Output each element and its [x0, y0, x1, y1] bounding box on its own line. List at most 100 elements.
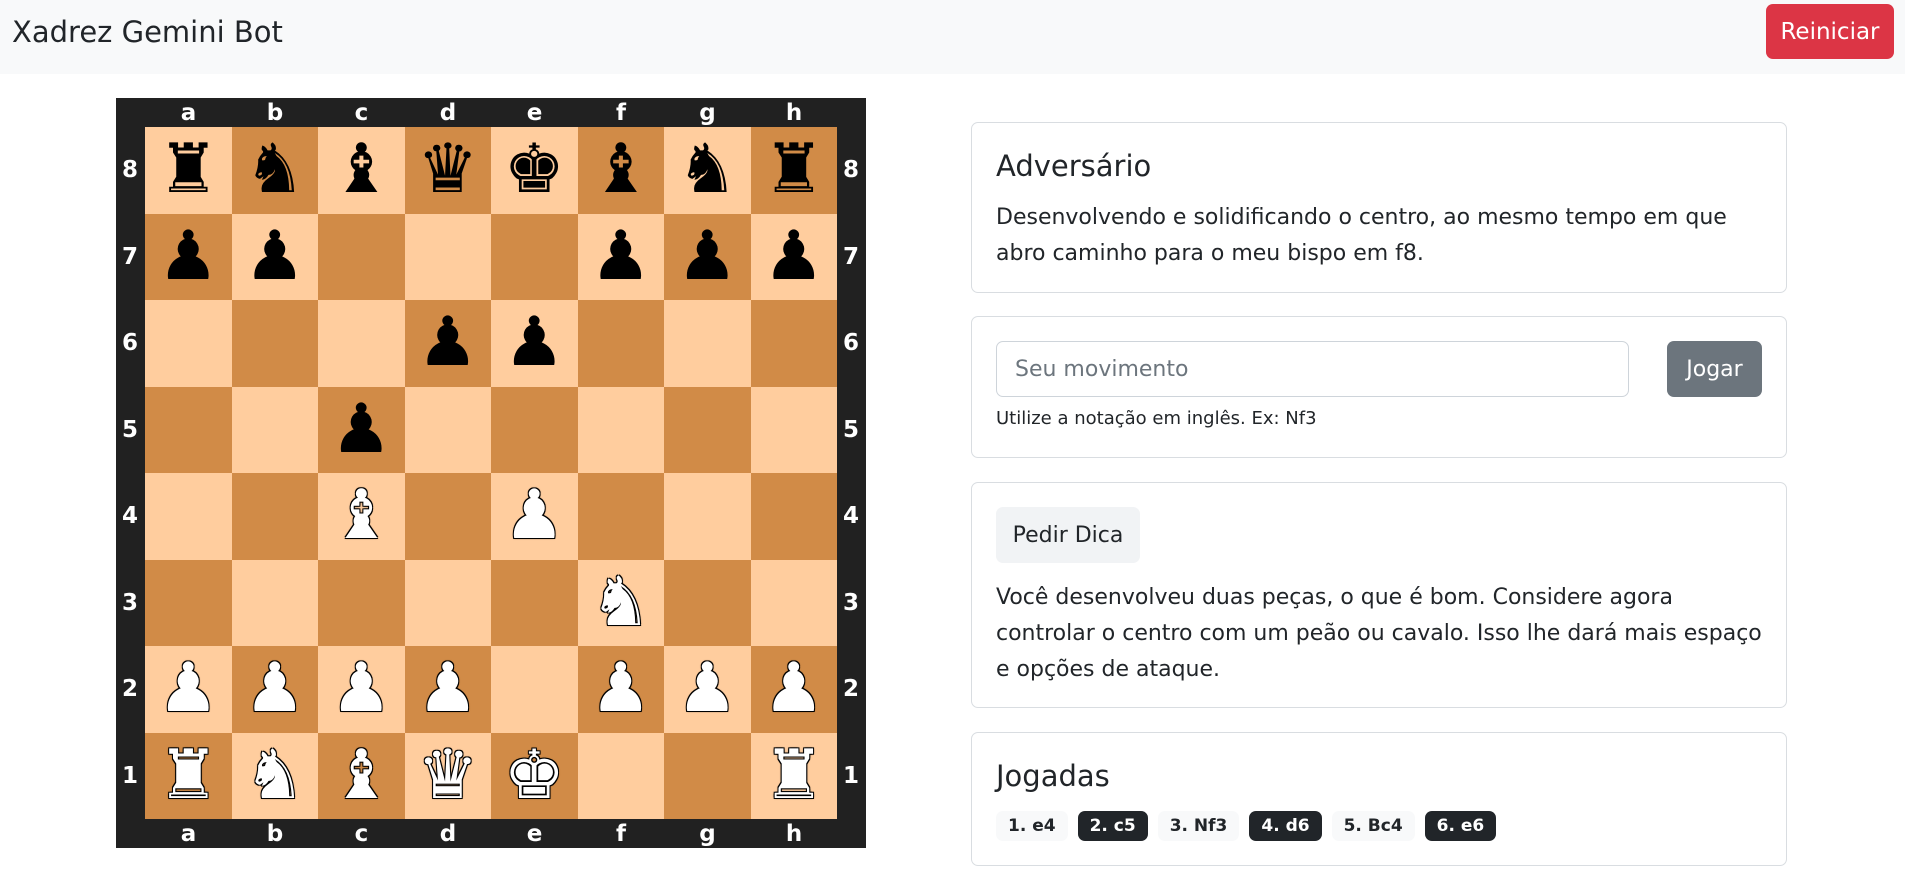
black-queen-icon[interactable]: ♛ [417, 136, 478, 204]
black-knight-icon[interactable]: ♞ [677, 136, 738, 204]
square-d2[interactable]: ♟ [404, 646, 491, 733]
square-a7[interactable]: ♟ [145, 213, 232, 300]
black-pawn-icon[interactable]: ♟ [331, 395, 392, 464]
square-d3[interactable] [404, 559, 491, 646]
square-e3[interactable] [491, 559, 578, 646]
restart-button[interactable]: Reiniciar [1766, 4, 1894, 59]
square-d5[interactable] [404, 386, 491, 473]
black-pawn-icon[interactable]: ♟ [677, 222, 738, 291]
black-bishop-icon[interactable]: ♝ [590, 136, 651, 204]
square-c8[interactable]: ♝ [318, 127, 405, 214]
square-f4[interactable] [577, 473, 664, 560]
square-g7[interactable]: ♟ [664, 213, 751, 300]
black-king-icon[interactable]: ♚ [504, 136, 565, 204]
square-h2[interactable]: ♟ [750, 646, 837, 733]
black-pawn-icon[interactable]: ♟ [158, 222, 219, 291]
square-a8[interactable]: ♜ [145, 127, 232, 214]
square-e7[interactable] [491, 213, 578, 300]
white-pawn-icon[interactable]: ♟ [417, 655, 478, 723]
square-e1[interactable]: ♚ [491, 732, 578, 819]
white-pawn-icon[interactable]: ♟ [763, 655, 824, 723]
white-pawn-icon[interactable]: ♟ [504, 482, 565, 550]
hint-button[interactable]: Pedir Dica [996, 507, 1140, 563]
white-bishop-icon[interactable]: ♝ [331, 482, 392, 550]
square-b6[interactable] [231, 300, 318, 387]
black-pawn-icon[interactable]: ♟ [417, 309, 478, 377]
white-pawn-icon[interactable]: ♟ [590, 655, 651, 723]
white-rook-icon[interactable]: ♜ [158, 741, 219, 810]
square-g5[interactable] [664, 386, 751, 473]
square-d1[interactable]: ♛ [404, 732, 491, 819]
white-knight-icon[interactable]: ♞ [244, 741, 305, 810]
square-b4[interactable] [231, 473, 318, 560]
black-bishop-icon[interactable]: ♝ [331, 136, 392, 204]
square-b3[interactable] [231, 559, 318, 646]
square-h3[interactable] [750, 559, 837, 646]
square-c2[interactable]: ♟ [318, 646, 405, 733]
square-f7[interactable]: ♟ [577, 213, 664, 300]
square-h6[interactable] [750, 300, 837, 387]
square-h1[interactable]: ♜ [750, 732, 837, 819]
square-g2[interactable]: ♟ [664, 646, 751, 733]
square-f8[interactable]: ♝ [577, 127, 664, 214]
square-a6[interactable] [145, 300, 232, 387]
square-f2[interactable]: ♟ [577, 646, 664, 733]
square-h8[interactable]: ♜ [750, 127, 837, 214]
square-e2[interactable] [491, 646, 578, 733]
black-knight-icon[interactable]: ♞ [244, 136, 305, 204]
black-pawn-icon[interactable]: ♟ [763, 222, 824, 291]
white-pawn-icon[interactable]: ♟ [158, 655, 219, 723]
white-pawn-icon[interactable]: ♟ [677, 655, 738, 723]
white-king-icon[interactable]: ♚ [504, 741, 565, 810]
square-h4[interactable] [750, 473, 837, 560]
square-c1[interactable]: ♝ [318, 732, 405, 819]
square-c3[interactable] [318, 559, 405, 646]
square-e8[interactable]: ♚ [491, 127, 578, 214]
square-g8[interactable]: ♞ [664, 127, 751, 214]
square-d4[interactable] [404, 473, 491, 560]
square-e4[interactable]: ♟ [491, 473, 578, 560]
square-h5[interactable] [750, 386, 837, 473]
square-c6[interactable] [318, 300, 405, 387]
square-b1[interactable]: ♞ [231, 732, 318, 819]
black-pawn-icon[interactable]: ♟ [590, 222, 651, 291]
square-b7[interactable]: ♟ [231, 213, 318, 300]
square-a3[interactable] [145, 559, 232, 646]
square-f3[interactable]: ♞ [577, 559, 664, 646]
square-c7[interactable] [318, 213, 405, 300]
square-b2[interactable]: ♟ [231, 646, 318, 733]
square-e6[interactable]: ♟ [491, 300, 578, 387]
square-a5[interactable] [145, 386, 232, 473]
play-button[interactable]: Jogar [1667, 341, 1762, 397]
square-g4[interactable] [664, 473, 751, 560]
square-a2[interactable]: ♟ [145, 646, 232, 733]
white-knight-icon[interactable]: ♞ [590, 568, 651, 637]
move-input[interactable] [996, 341, 1629, 397]
square-g3[interactable] [664, 559, 751, 646]
black-rook-icon[interactable]: ♜ [158, 136, 219, 204]
square-a1[interactable]: ♜ [145, 732, 232, 819]
square-d6[interactable]: ♟ [404, 300, 491, 387]
square-b8[interactable]: ♞ [231, 127, 318, 214]
square-g1[interactable] [664, 732, 751, 819]
white-pawn-icon[interactable]: ♟ [331, 655, 392, 723]
square-c5[interactable]: ♟ [318, 386, 405, 473]
black-pawn-icon[interactable]: ♟ [504, 309, 565, 377]
white-pawn-icon[interactable]: ♟ [244, 655, 305, 723]
square-f5[interactable] [577, 386, 664, 473]
white-queen-icon[interactable]: ♛ [417, 741, 478, 810]
square-d8[interactable]: ♛ [404, 127, 491, 214]
square-h7[interactable]: ♟ [750, 213, 837, 300]
square-f1[interactable] [577, 732, 664, 819]
square-e5[interactable] [491, 386, 578, 473]
black-rook-icon[interactable]: ♜ [763, 136, 824, 204]
white-bishop-icon[interactable]: ♝ [331, 741, 392, 810]
square-f6[interactable] [577, 300, 664, 387]
black-pawn-icon[interactable]: ♟ [244, 222, 305, 291]
square-c4[interactable]: ♝ [318, 473, 405, 560]
square-b5[interactable] [231, 386, 318, 473]
square-g6[interactable] [664, 300, 751, 387]
square-a4[interactable] [145, 473, 232, 560]
square-d7[interactable] [404, 213, 491, 300]
white-rook-icon[interactable]: ♜ [763, 741, 824, 810]
